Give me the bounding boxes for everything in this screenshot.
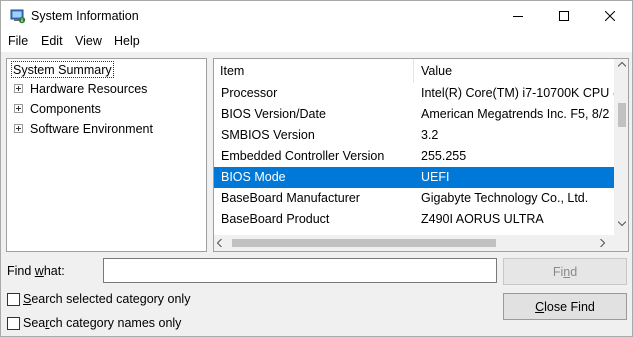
row-value: 255.255 <box>421 149 467 163</box>
option2-label-pre: Sea <box>23 316 46 330</box>
row-value: Gigabyte Technology Co., Ltd. <box>421 191 589 205</box>
option2-label: ch category names only <box>49 316 182 330</box>
close-find-accelerator: C <box>535 299 545 314</box>
expand-icon[interactable] <box>14 124 23 133</box>
find-label-suffix: hat: <box>43 264 65 278</box>
close-find-label-post: lose Find <box>544 299 595 314</box>
table-row[interactable]: BaseBoard Manufacturer Gigabyte Technolo… <box>214 188 614 209</box>
row-value: UEFI <box>421 170 450 184</box>
list-header: Item Value <box>214 59 614 83</box>
option1-accelerator: S <box>23 292 32 306</box>
tree-item-system-summary[interactable]: System Summary <box>11 61 114 78</box>
menu-bar: File Edit View Help <box>1 31 632 52</box>
option1-label: earch selected category only <box>31 292 191 306</box>
scroll-up-icon[interactable] <box>618 62 626 67</box>
row-value: American Megatrends Inc. F5, 8/2 <box>421 107 610 121</box>
table-row[interactable]: Processor Intel(R) Core(TM) i7-10700K CP… <box>214 83 614 104</box>
row-item: BaseBoard Manufacturer <box>221 191 360 205</box>
table-row[interactable]: SMBIOS Version 3.2 <box>214 125 614 146</box>
find-what-input[interactable] <box>103 258 497 283</box>
tree-item-label: Components <box>30 102 101 116</box>
table-row[interactable]: BIOS Version/Date American Megatrends In… <box>214 104 614 125</box>
close-window-button[interactable] <box>587 1 633 31</box>
row-value: Intel(R) Core(TM) i7-10700K CPU @ 3.80GH… <box>421 86 614 100</box>
row-item: SMBIOS Version <box>221 128 315 142</box>
scroll-down-icon[interactable] <box>618 221 626 226</box>
find-button[interactable]: Fi n d <box>503 258 627 285</box>
row-value: 3.2 <box>421 128 439 142</box>
find-label-prefix: Find <box>7 264 35 278</box>
minimize-button[interactable] <box>495 1 541 31</box>
checkbox-box[interactable] <box>7 316 20 330</box>
row-item: BIOS Mode <box>221 170 286 184</box>
table-row[interactable]: Embedded Controller Version 255.255 <box>214 146 614 167</box>
maximize-button[interactable] <box>541 1 587 31</box>
search-selected-category-checkbox[interactable]: Search selected category only <box>7 291 190 307</box>
close-find-button[interactable]: Close Find <box>503 293 627 320</box>
horizontal-scrollbar[interactable] <box>214 235 614 251</box>
search-category-names-checkbox[interactable]: Sea r ch category names only <box>7 315 181 331</box>
column-header-value[interactable]: Value <box>415 59 614 83</box>
vertical-scrollbar[interactable] <box>614 59 628 235</box>
row-item: BaseBoard Product <box>221 212 330 226</box>
system-information-window: System Information File Edit View Help S… <box>0 0 633 337</box>
find-button-label-pre: Fi <box>552 264 564 279</box>
scroll-left-icon[interactable] <box>217 239 222 247</box>
title-bar[interactable]: System Information <box>1 1 632 31</box>
vertical-scroll-thumb[interactable] <box>618 103 626 127</box>
expand-icon[interactable] <box>14 84 23 93</box>
system-information-icon <box>10 8 26 24</box>
find-button-accelerator: n <box>563 264 571 279</box>
tree-item-label: Hardware Resources <box>30 82 148 96</box>
find-label-accelerator: w <box>34 264 44 278</box>
menu-help[interactable]: Help <box>114 34 140 48</box>
checkbox-box[interactable] <box>7 292 20 306</box>
menu-view[interactable]: View <box>75 34 102 48</box>
column-header-item[interactable]: Item <box>214 59 414 83</box>
menu-edit[interactable]: Edit <box>41 34 63 48</box>
row-value: Z490I AORUS ULTRA <box>421 212 544 226</box>
window-title: System Information <box>31 9 139 23</box>
expand-icon[interactable] <box>14 104 23 113</box>
find-button-label-post: d <box>570 264 578 279</box>
scrollbar-corner <box>614 235 628 251</box>
scroll-right-icon[interactable] <box>600 239 605 247</box>
close-icon <box>605 11 615 21</box>
horizontal-scroll-thumb[interactable] <box>232 239 496 247</box>
table-row[interactable]: BaseBoard Product Z490I AORUS ULTRA <box>214 209 614 230</box>
row-item: Processor <box>221 86 278 100</box>
row-item: Embedded Controller Version <box>221 149 385 163</box>
menu-file[interactable]: File <box>8 34 28 48</box>
tree-item-label: Software Environment <box>30 122 153 136</box>
list-rows: Processor Intel(R) Core(TM) i7-10700K CP… <box>214 83 614 235</box>
row-item: BIOS Version/Date <box>221 107 326 121</box>
find-what-label: Find what: <box>7 264 65 278</box>
details-list[interactable]: Item Value Processor Intel(R) Core(TM) i… <box>213 58 629 252</box>
table-row-selected[interactable]: BIOS Mode UEFI <box>214 167 614 188</box>
category-tree[interactable]: System Summary Hardware Resources Compon… <box>6 58 207 252</box>
